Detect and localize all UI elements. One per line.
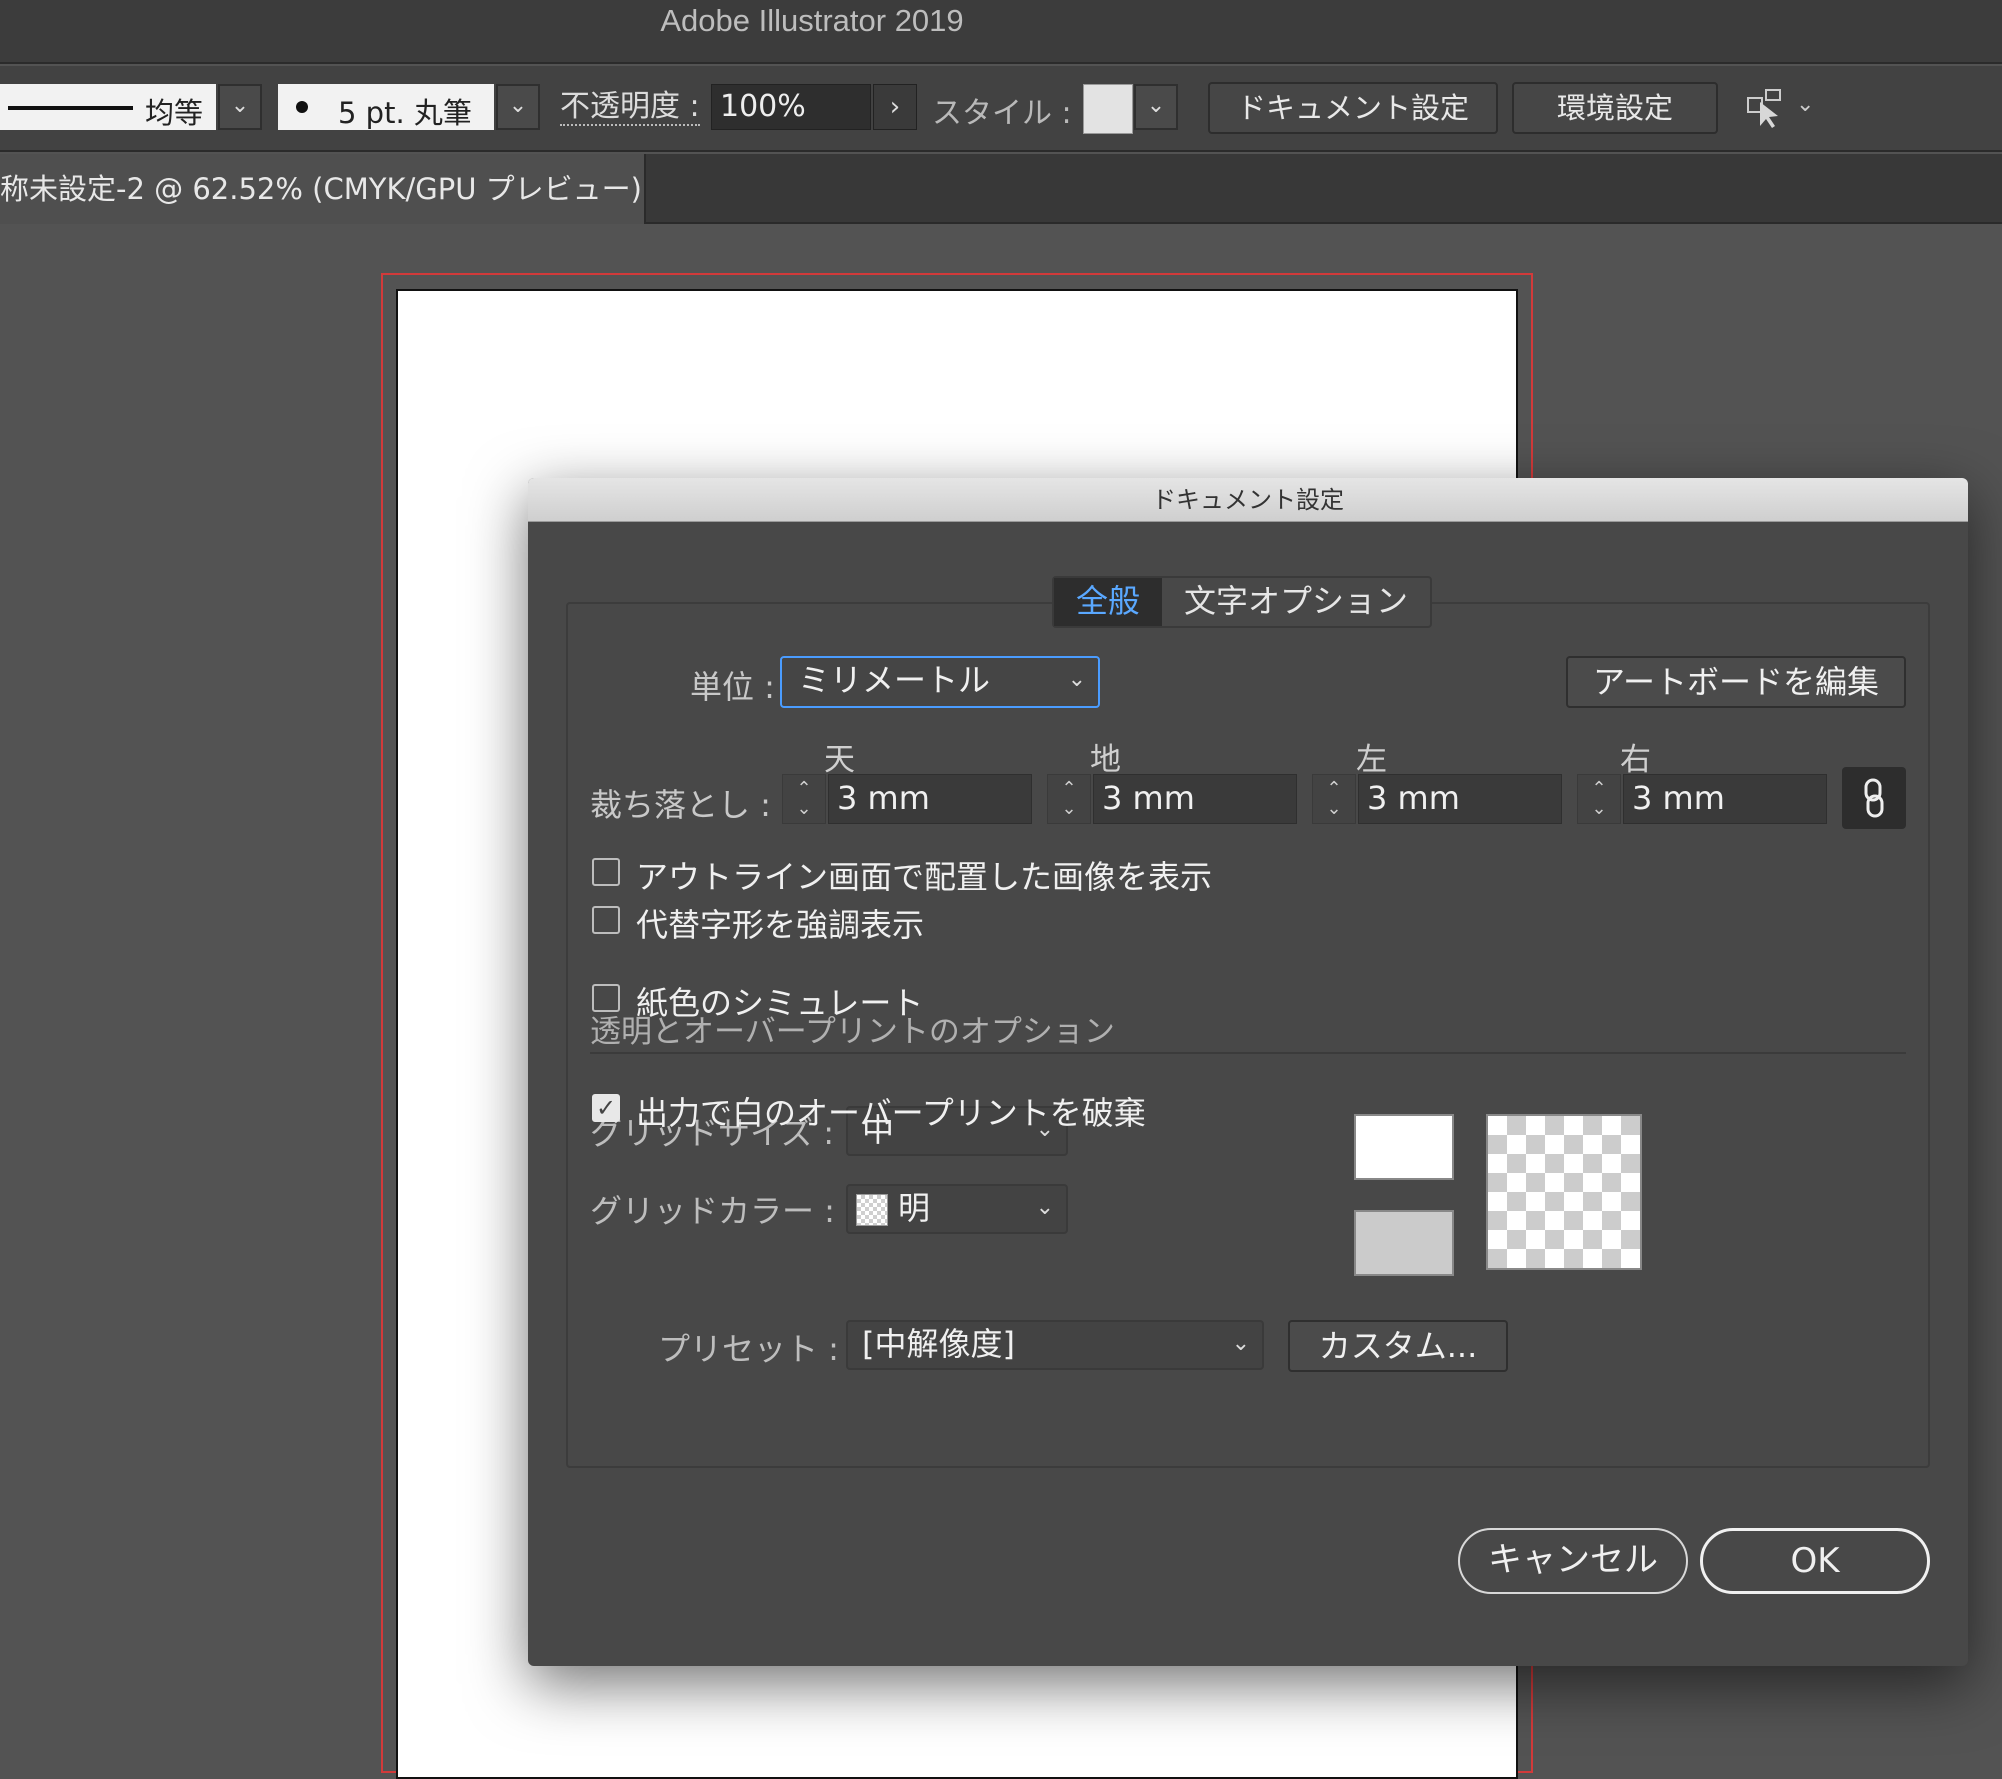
graphic-style-swatch[interactable]	[1083, 84, 1133, 134]
units-select[interactable]: ミリメートル ⌄	[780, 656, 1100, 708]
bleed-bottom-label: 地	[1090, 742, 1121, 778]
chevron-down-icon: ⌄	[1146, 93, 1166, 118]
tab-type-options[interactable]: 文字オプション	[1162, 578, 1430, 626]
bleed-label: 裁ち落とし :	[590, 786, 771, 824]
edit-artboards-button[interactable]: アートボードを編集	[1566, 656, 1906, 708]
grid-color-swatch-gray[interactable]	[1354, 1210, 1454, 1276]
outline-images-checkbox[interactable]	[592, 858, 620, 886]
stepper-arrows-icon[interactable]: ⌃ ⌄	[1577, 774, 1621, 824]
bleed-bottom-field[interactable]: 3 mm	[1093, 774, 1297, 824]
dialog-title[interactable]: ドキュメント設定	[528, 478, 1968, 522]
stepper-arrows-icon[interactable]: ⌃ ⌄	[1312, 774, 1356, 824]
chevron-down-icon: ⌄	[508, 93, 528, 118]
bleed-top-stepper[interactable]: ⌃ ⌄ 3 mm	[782, 774, 1032, 824]
bleed-left-field[interactable]: 3 mm	[1358, 774, 1562, 824]
bleed-top-field[interactable]: 3 mm	[828, 774, 1032, 824]
chevron-down-icon: ⌄	[230, 93, 250, 118]
bleed-right-field[interactable]: 3 mm	[1623, 774, 1827, 824]
document-tab[interactable]: 称未設定-2 @ 62.52% (CMYK/GPU プレビュー)	[0, 154, 646, 224]
brush-dot-icon	[296, 101, 308, 113]
brush-dropdown[interactable]: ⌄	[496, 84, 540, 130]
grid-color-swatch-white[interactable]	[1354, 1114, 1454, 1180]
tab-general[interactable]: 全般	[1054, 578, 1163, 626]
bleed-left-stepper[interactable]: ⌃ ⌄ 3 mm	[1312, 774, 1562, 824]
discard-white-overprint-label[interactable]: 出力で白のオーバープリントを破棄	[636, 1088, 1146, 1134]
bleed-top-label: 天	[824, 742, 855, 778]
highlight-glyphs-label[interactable]: 代替字形を強調表示	[636, 900, 924, 946]
document-setup-dialog: ドキュメント設定 全般 文字オプション 単位 : ミリメートル ⌄ アートボード…	[528, 478, 1968, 1666]
simulate-paper-checkbox[interactable]	[592, 984, 620, 1012]
chevron-down-icon[interactable]: ⌄	[1796, 92, 1814, 117]
simulate-paper-label[interactable]: 紙色のシミュレート	[636, 978, 923, 1024]
chevron-down-icon: ⌄	[1231, 1331, 1250, 1356]
style-dropdown[interactable]: ⌄	[1134, 84, 1178, 130]
preset-label: プリセット :	[658, 1330, 839, 1368]
app-titlebar: Adobe Illustrator 2019	[0, 0, 2002, 64]
custom-button[interactable]: カスタム...	[1288, 1320, 1508, 1372]
cancel-button[interactable]: キャンセル	[1458, 1528, 1688, 1594]
opacity-input[interactable]: 100%	[711, 84, 871, 130]
arrange-documents-icon[interactable]	[1744, 86, 1788, 130]
preset-select[interactable]: [中解像度] ⌄	[846, 1320, 1264, 1370]
ok-button[interactable]: OK	[1700, 1528, 1930, 1594]
opacity-label[interactable]: 不透明度 :	[560, 90, 700, 126]
preferences-button[interactable]: 環境設定	[1512, 82, 1718, 134]
chevron-down-icon: ⌄	[1035, 1195, 1054, 1220]
highlight-glyphs-checkbox[interactable]	[592, 906, 620, 934]
stepper-arrows-icon[interactable]: ⌃ ⌄	[782, 774, 826, 824]
transparency-grid-preview	[1486, 1114, 1642, 1270]
brush-definition-select[interactable]: 5 pt. 丸筆	[278, 84, 494, 130]
stroke-profile-dropdown[interactable]: ⌄	[218, 84, 262, 130]
bleed-left-label: 左	[1356, 742, 1387, 778]
chevron-right-icon: ›	[889, 92, 901, 122]
preset-value: [中解像度]	[862, 1325, 1015, 1363]
document-setup-button[interactable]: ドキュメント設定	[1208, 82, 1498, 134]
dialog-tabs: 全般 文字オプション	[1052, 576, 1433, 628]
brush-label: 5 pt. 丸筆	[338, 96, 472, 130]
units-value: ミリメートル	[798, 661, 991, 699]
app-title: Adobe Illustrator 2019	[660, 3, 964, 38]
opacity-slider-button[interactable]: ›	[873, 84, 917, 130]
discard-white-overprint-checkbox[interactable]: ✓	[592, 1094, 620, 1122]
grid-color-select[interactable]: 明 ⌄	[846, 1184, 1068, 1234]
bleed-right-stepper[interactable]: ⌃ ⌄ 3 mm	[1577, 774, 1827, 824]
units-label: 単位 :	[690, 668, 775, 706]
stroke-profile-label: 均等	[145, 96, 204, 130]
stroke-line-preview	[8, 106, 133, 110]
chain-link-icon[interactable]	[1842, 767, 1906, 829]
grid-color-label: グリッドカラー :	[590, 1192, 835, 1230]
stepper-arrows-icon[interactable]: ⌃ ⌄	[1047, 774, 1091, 824]
section-divider	[590, 1052, 1906, 1054]
bleed-right-label: 右	[1620, 742, 1651, 778]
control-bar: 均等 ⌄ 5 pt. 丸筆 ⌄ 不透明度 : 100% › スタイル : ⌄ ド…	[0, 66, 2002, 152]
style-label: スタイル :	[932, 96, 1072, 131]
grid-color-value: 明	[898, 1189, 931, 1227]
stroke-profile-select[interactable]: 均等	[0, 84, 216, 130]
outline-images-label[interactable]: アウトライン画面で配置した画像を表示	[636, 852, 1212, 898]
bleed-bottom-stepper[interactable]: ⌃ ⌄ 3 mm	[1047, 774, 1297, 824]
document-tab-bar: 称未設定-2 @ 62.52% (CMYK/GPU プレビュー)	[0, 154, 2002, 224]
checker-swatch-icon	[856, 1194, 888, 1226]
chevron-down-icon: ⌄	[1067, 667, 1086, 692]
